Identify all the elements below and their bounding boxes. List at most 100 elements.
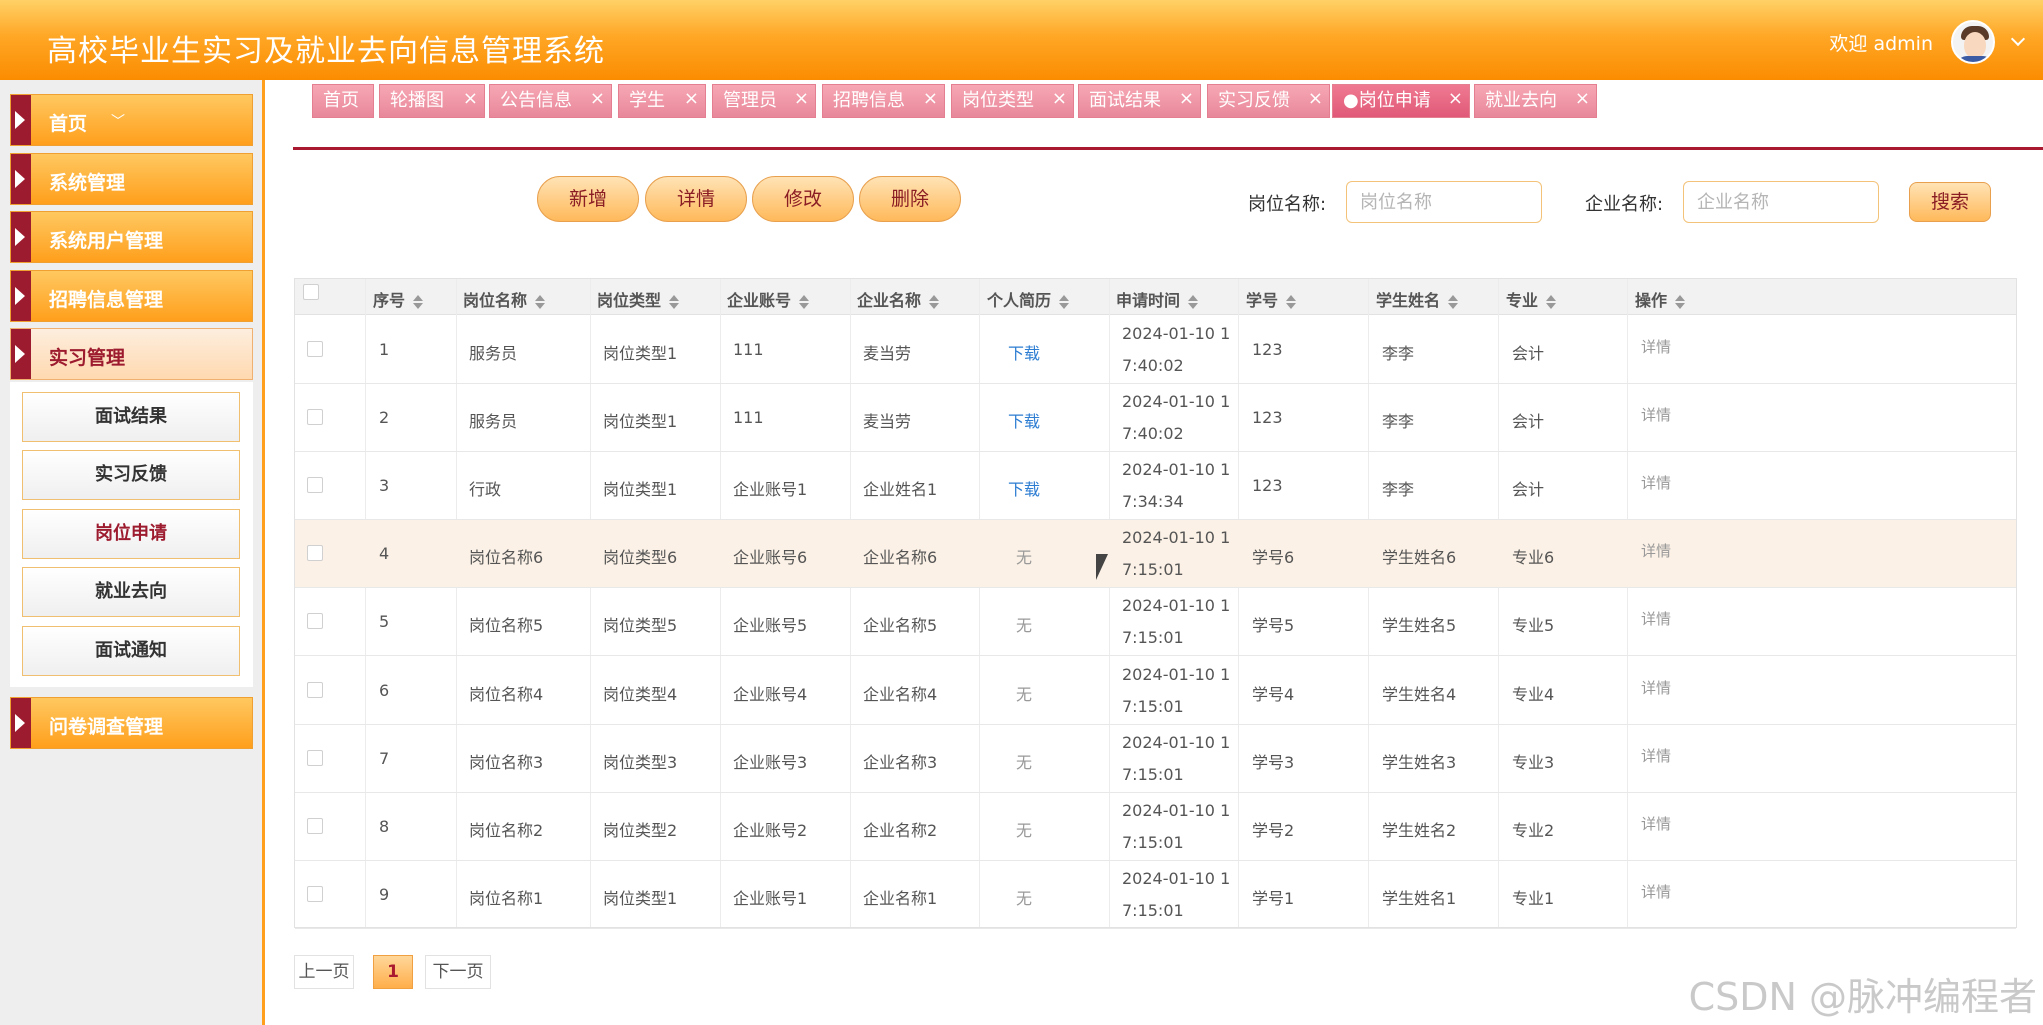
close-icon[interactable]: × [590, 83, 605, 115]
sidebar-item-survey[interactable]: 问卷调查管理 [10, 697, 253, 749]
sidebar-item-home[interactable]: 首页 ﹀ [10, 94, 253, 146]
table-row[interactable]: 7 岗位名称3 岗位类型3 企业账号3 企业名称3 无 2024-01-10 1 7:15:0… [295, 725, 2016, 793]
tab-job-types[interactable]: 岗位类型 × [951, 84, 1074, 118]
sidebar-item-recruitment[interactable]: 招聘信息管理 [10, 270, 253, 322]
column-header[interactable]: 操作 [1635, 287, 1686, 311]
detail-button[interactable]: 详情 [645, 176, 747, 222]
sidebar-item-system[interactable]: 系统管理 [10, 153, 253, 205]
submenu-item-interview-result[interactable]: 面试结果 [22, 392, 240, 442]
column-header[interactable]: 岗位类型 [597, 287, 680, 311]
close-icon[interactable]: × [1575, 83, 1590, 115]
next-page-button[interactable]: 下一页 [425, 955, 491, 989]
row-detail-link[interactable]: 详情 [1641, 677, 1671, 698]
resume-download-link[interactable]: 下载 [1008, 408, 1040, 432]
column-header[interactable]: 申请时间 [1116, 287, 1199, 311]
column-header[interactable]: 个人简历 [987, 287, 1070, 311]
close-icon[interactable]: × [794, 83, 809, 115]
tab-students[interactable]: 学生 × [618, 84, 706, 118]
column-header[interactable]: 企业账号 [727, 287, 810, 311]
table-row[interactable]: 3 行政 岗位类型1 企业账号1 企业姓名1 下载 2024-01-10 1 7:34:34 1… [295, 452, 2016, 521]
tab-recruitment[interactable]: 招聘信息 × [822, 84, 945, 118]
row-checkbox[interactable] [307, 749, 323, 766]
close-icon[interactable]: × [1448, 83, 1463, 115]
row-checkbox[interactable] [307, 613, 323, 630]
sort-icon[interactable] [1675, 294, 1686, 309]
chevron-down-icon[interactable] [2010, 31, 2026, 47]
delete-button[interactable]: 删除 [859, 176, 961, 222]
row-checkbox[interactable] [307, 885, 323, 902]
table-row[interactable]: 4 岗位名称6 岗位类型6 企业账号6 企业名称6 无 2024-01-10 1 7:15:0… [295, 520, 2016, 589]
cell-company-name: 企业名称6 [863, 548, 938, 568]
close-icon[interactable]: × [684, 83, 699, 115]
avatar[interactable] [1951, 20, 1995, 64]
column-header[interactable]: 专业 [1506, 287, 1557, 311]
prev-page-button[interactable]: 上一页 [294, 955, 354, 989]
sort-icon[interactable] [1059, 294, 1070, 309]
row-detail-link[interactable]: 详情 [1641, 336, 1671, 357]
column-header[interactable]: 序号 [373, 287, 424, 311]
table-row[interactable]: 2 服务员 岗位类型1 111 麦当劳 下载 2024-01-10 1 7:40:02 123 李… [295, 384, 2016, 453]
table-row[interactable]: 1 服务员 岗位类型1 111 麦当劳 下载 2024-01-10 1 7:40:02 123 李… [295, 316, 2016, 384]
close-icon[interactable]: × [923, 83, 938, 115]
table-row[interactable]: 5 岗位名称5 岗位类型5 企业账号5 企业名称5 无 2024-01-10 1 7:15:0… [295, 588, 2016, 657]
column-header[interactable]: 企业名称 [857, 287, 940, 311]
row-detail-link[interactable]: 详情 [1641, 813, 1671, 834]
close-icon[interactable]: × [1052, 83, 1067, 115]
user-menu[interactable]: 欢迎 admin [1829, 20, 2026, 64]
sort-icon[interactable] [535, 294, 546, 309]
row-checkbox[interactable] [307, 817, 323, 834]
tab-interview-results[interactable]: 面试结果 × [1078, 84, 1201, 118]
sort-icon[interactable] [1546, 294, 1557, 309]
page-button-current[interactable]: 1 [373, 955, 413, 989]
sort-icon[interactable] [669, 294, 680, 309]
column-header[interactable]: 岗位名称 [463, 287, 546, 311]
tab-feedback[interactable]: 实习反馈 × [1207, 84, 1330, 118]
sort-icon[interactable] [1448, 294, 1459, 309]
tab-employment[interactable]: 就业去向 × [1474, 84, 1597, 118]
row-checkbox[interactable] [307, 409, 323, 426]
submenu-item-job-application[interactable]: 岗位申请 [22, 509, 240, 559]
row-detail-link[interactable]: 详情 [1641, 404, 1671, 425]
row-checkbox[interactable] [307, 545, 323, 562]
column-header[interactable]: 学生姓名 [1376, 287, 1459, 311]
close-icon[interactable]: × [1308, 83, 1323, 115]
edit-button[interactable]: 修改 [752, 176, 854, 222]
resume-download-link[interactable]: 下载 [1008, 340, 1040, 364]
cell-index: 7 [379, 748, 390, 768]
add-button[interactable]: 新增 [537, 176, 639, 222]
sort-icon[interactable] [1188, 294, 1199, 309]
sort-icon[interactable] [799, 294, 810, 309]
tab-job-applications[interactable]: ●岗位申请 × [1332, 84, 1470, 118]
table-row[interactable]: 8 岗位名称2 岗位类型2 企业账号2 企业名称2 无 2024-01-10 1 7:15:0… [295, 793, 2016, 861]
tab-carousel[interactable]: 轮播图 × [379, 84, 485, 118]
sort-icon[interactable] [413, 294, 424, 309]
close-icon[interactable]: × [1179, 83, 1194, 115]
company-name-input[interactable] [1683, 181, 1879, 223]
sort-icon[interactable] [1286, 294, 1297, 309]
row-checkbox[interactable] [307, 341, 323, 357]
table-row[interactable]: 9 岗位名称1 岗位类型1 企业账号1 企业名称1 无 2024-01-10 1 7:15:0… [295, 861, 2016, 929]
submenu-item-internship-feedback[interactable]: 实习反馈 [22, 450, 240, 500]
submenu-item-interview-notice[interactable]: 面试通知 [22, 626, 240, 676]
search-button[interactable]: 搜索 [1909, 182, 1991, 222]
row-detail-link[interactable]: 详情 [1641, 472, 1671, 493]
close-icon[interactable]: × [463, 83, 478, 115]
row-checkbox[interactable] [307, 681, 323, 698]
row-detail-link[interactable]: 详情 [1641, 608, 1671, 629]
row-detail-link[interactable]: 详情 [1641, 540, 1671, 561]
column-header[interactable]: 学号 [1246, 287, 1297, 311]
tab-admins[interactable]: 管理员 × [712, 84, 816, 118]
row-detail-link[interactable]: 详情 [1641, 745, 1671, 766]
sort-icon[interactable] [929, 294, 940, 309]
submenu-item-employment[interactable]: 就业去向 [22, 567, 240, 617]
tab-home[interactable]: 首页 [312, 84, 374, 118]
tab-notices[interactable]: 公告信息 × [489, 84, 612, 118]
row-checkbox[interactable] [307, 477, 323, 494]
row-detail-link[interactable]: 详情 [1641, 881, 1671, 902]
table-row[interactable]: 6 岗位名称4 岗位类型4 企业账号4 企业名称4 无 2024-01-10 1 7:15:0… [295, 657, 2016, 725]
sidebar-item-system-users[interactable]: 系统用户管理 [10, 211, 253, 263]
resume-download-link[interactable]: 下载 [1008, 476, 1040, 500]
job-name-input[interactable] [1346, 181, 1542, 223]
select-all-checkbox[interactable] [303, 284, 319, 300]
sidebar-item-internship[interactable]: 实习管理 [10, 328, 253, 380]
